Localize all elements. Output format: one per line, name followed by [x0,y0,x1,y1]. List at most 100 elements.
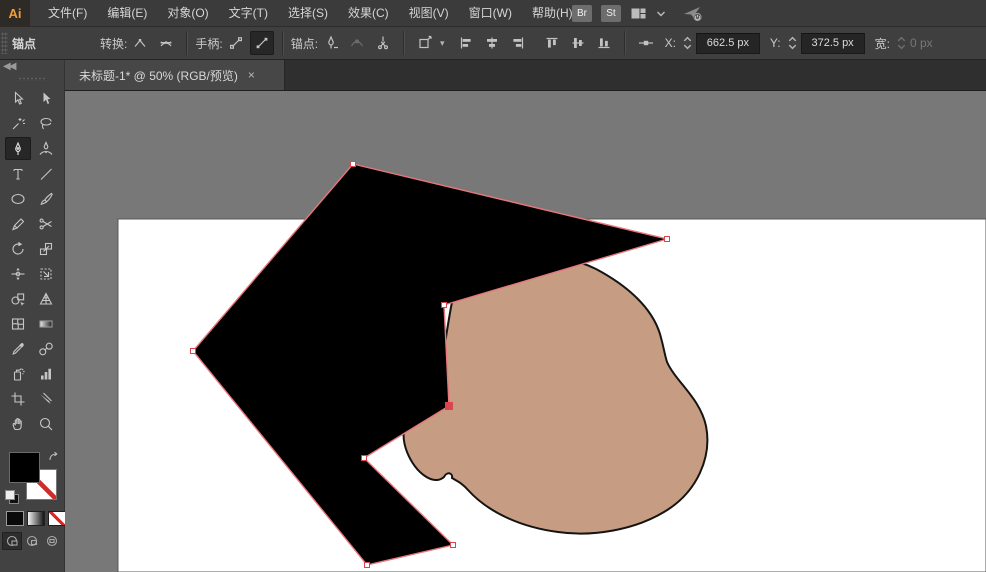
y-stepper[interactable] [787,36,798,50]
x-stepper[interactable] [682,36,693,50]
panel-grip[interactable] [18,77,46,81]
workspace-switcher-icon[interactable] [630,6,647,21]
draw-normal-button[interactable] [2,532,22,550]
width-value: 0 px [910,36,933,50]
control-bar-title: 锚点 [12,35,100,52]
type-tool[interactable] [5,162,31,185]
mesh-tool[interactable] [5,312,31,335]
anchor-point[interactable] [351,162,356,167]
stock-button[interactable]: St [601,5,621,22]
x-input[interactable]: 662.5 px [696,33,760,54]
artwork-svg[interactable] [65,91,986,572]
measure-point-icon [634,31,658,55]
width-tool[interactable] [5,262,31,285]
chevron-down-icon[interactable] [656,10,666,18]
menu-item-6[interactable]: 效果(C) [338,0,399,27]
gradient-tool[interactable] [33,312,59,335]
default-fill-stroke-icon[interactable] [5,490,17,502]
align-vertical-bottom-button[interactable] [592,31,616,55]
menu-item-3[interactable]: 对象(O) [157,0,218,27]
anchor-point[interactable] [362,456,367,461]
scale-tool[interactable] [33,237,59,260]
shape-builder-tool[interactable] [5,287,31,310]
document-tab-title: 未标题-1* @ 50% (RGB/预览) [79,67,238,84]
y-label: Y: [770,36,781,50]
x-label: X: [665,36,676,50]
remove-anchor-button[interactable] [319,31,343,55]
slice-tool[interactable] [33,387,59,410]
fill-swatch-black[interactable] [9,452,40,483]
menu-item-8[interactable]: 窗口(W) [459,0,522,27]
menu-item-5[interactable]: 选择(S) [278,0,338,27]
canvas[interactable] [65,91,986,572]
direct-selection-tool[interactable] [33,87,59,110]
perspective-grid-tool[interactable] [33,287,59,310]
control-bar-grip[interactable] [1,32,8,54]
y-input[interactable]: 372.5 px [801,33,865,54]
menu-bar-right: Br St [572,0,704,27]
column-graph-tool[interactable] [33,362,59,385]
ellipse-tool[interactable] [5,187,31,210]
lasso-tool[interactable] [33,112,59,135]
swap-fill-stroke-icon[interactable] [47,451,61,469]
shaper-tool[interactable] [5,212,31,235]
tools-grid [4,86,60,436]
document-tab[interactable]: 未标题-1* @ 50% (RGB/预览) × [65,60,285,90]
paintbrush-tool[interactable] [33,187,59,210]
scissors-tool[interactable] [33,212,59,235]
fill-stroke-widget [0,450,65,572]
cut-path-button[interactable] [371,31,395,55]
menu-item-4[interactable]: 文字(T) [219,0,278,27]
anchor-point[interactable] [442,303,447,308]
artboard-tool[interactable] [5,387,31,410]
tab-close-icon[interactable]: × [248,69,255,81]
none-mode-button[interactable] [48,511,66,526]
transform-chevron-icon[interactable]: ▾ [440,38,445,49]
eyedropper-tool[interactable] [5,337,31,360]
anchor-point[interactable] [365,563,370,568]
convert-to-corner-button[interactable] [128,31,152,55]
menu-item-2[interactable]: 编辑(E) [97,0,157,27]
panel-collapse-icon[interactable]: ◀◀ [3,61,14,72]
anchor-point[interactable] [191,349,196,354]
hand-tool[interactable] [5,412,31,435]
hide-handles-button[interactable] [250,31,274,55]
pen-tool[interactable] [5,137,31,160]
zoom-tool[interactable] [33,412,59,435]
blend-tool[interactable] [33,337,59,360]
menu-bar: Ai 文件(F)编辑(E)对象(O)文字(T)选择(S)效果(C)视图(V)窗口… [0,0,986,27]
menu-item-1[interactable]: 文件(F) [38,0,97,27]
align-horizontal-right-button[interactable] [506,31,530,55]
magic-wand-tool[interactable] [5,112,31,135]
tools-panel: ◀◀ [0,60,65,572]
bridge-button[interactable]: Br [572,5,592,22]
line-segment-tool[interactable] [33,162,59,185]
color-mode-button[interactable] [6,511,24,526]
align-vertical-top-button[interactable] [540,31,564,55]
symbol-sprayer-tool[interactable] [5,362,31,385]
anchor-point[interactable] [451,543,456,548]
selection-tool[interactable] [5,87,31,110]
main-menu: 文件(F)编辑(E)对象(O)文字(T)选择(S)效果(C)视图(V)窗口(W)… [38,0,583,27]
show-handles-button[interactable] [224,31,248,55]
draw-inside-button[interactable] [42,532,62,550]
transform-options-button[interactable] [413,31,437,55]
draw-behind-button[interactable] [22,532,42,550]
anchor-ops-label: 锚点: [291,35,318,52]
curvature-tool[interactable] [33,137,59,160]
anchor-point[interactable] [665,237,670,242]
width-label: 宽: [875,35,890,52]
gradient-mode-button[interactable] [27,511,45,526]
menu-item-7[interactable]: 视图(V) [399,0,459,27]
align-horizontal-center-button[interactable] [480,31,504,55]
anchor-point-selected[interactable] [446,403,453,410]
illustrator-logo: Ai [0,0,30,27]
align-vertical-center-button[interactable] [566,31,590,55]
share-publish-icon[interactable] [683,5,704,22]
handles-label: 手柄: [195,35,222,52]
rotate-tool[interactable] [5,237,31,260]
free-transform-tool[interactable] [33,262,59,285]
align-horizontal-left-button[interactable] [454,31,478,55]
document-tab-bar: 未标题-1* @ 50% (RGB/预览) × [65,60,986,91]
convert-to-smooth-button[interactable] [154,31,178,55]
